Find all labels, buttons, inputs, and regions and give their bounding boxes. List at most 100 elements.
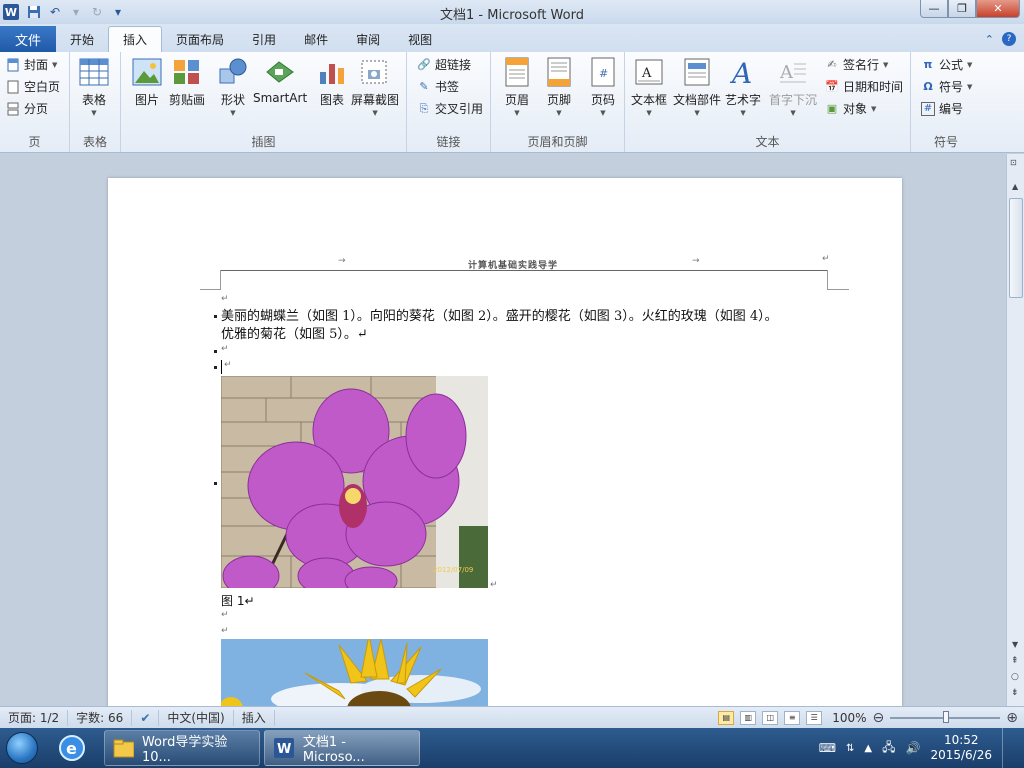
wordart-label: 艺术字 [725, 93, 762, 107]
chart-button[interactable]: 图表 [316, 56, 348, 108]
tab-file[interactable]: 文件 [0, 26, 56, 52]
number-button[interactable]: # 编号 [921, 100, 963, 117]
screenshot-button[interactable]: 屏幕截图 ▼ [351, 56, 399, 117]
group-tables-label: 表格 [82, 135, 107, 149]
draft-view-icon[interactable]: ☰ [806, 710, 823, 725]
ribbon-insert: 封面 ▼ 空白页 分页 页 表格 ▼ 表格 图片 剪贴画 形状 ▼ SmartA… [0, 52, 1024, 153]
sunflower-photo[interactable] [221, 639, 488, 706]
zoom-slider-thumb[interactable] [943, 710, 950, 723]
proofing-icon[interactable]: ✔ [132, 709, 160, 726]
close-button[interactable]: ✕ [976, 0, 1020, 18]
clipart-button[interactable]: 剪贴画 [169, 56, 205, 108]
smartart-button[interactable]: SmartArt [253, 56, 307, 105]
zoom-out-icon[interactable]: ⊖ [873, 710, 885, 726]
equation-label: 公式 [939, 58, 964, 72]
group-symbols: π 公式 ▼ Ω 符号 ▼ # 编号 符号 [911, 52, 981, 152]
ruler-toggle-icon[interactable]: ⊡ [1010, 158, 1017, 167]
zoom-slider[interactable] [890, 710, 1001, 723]
cover-page-button[interactable]: 封面 ▼ [6, 56, 57, 73]
undo-icon[interactable]: ↶ [46, 3, 64, 21]
document-page[interactable]: → 计算机基础实践导学 → ↵ ↵ 美丽的蝴蝶兰（如图 1）。向阳的葵花（如图 … [108, 178, 902, 706]
zoom-in-icon[interactable]: ⊕ [1006, 710, 1018, 726]
tab-review[interactable]: 审阅 [342, 26, 394, 52]
body-paragraph-line2[interactable]: 优雅的菊花（如图 5）。↵ [221, 326, 368, 344]
signature-line-button[interactable]: ✍ 签名行 ▼ [825, 56, 888, 73]
print-layout-view-icon[interactable]: ▤ [718, 710, 735, 725]
tab-mailings[interactable]: 邮件 [290, 26, 342, 52]
symbol-button[interactable]: Ω 符号 ▼ [921, 78, 972, 95]
previous-page-icon[interactable]: ⇞ [1011, 656, 1019, 666]
zoom-level[interactable]: 100% [832, 711, 866, 725]
tab-view[interactable]: 视图 [394, 26, 446, 52]
tab-insert[interactable]: 插入 [108, 26, 163, 52]
undo-dropdown-icon[interactable]: ▾ [67, 3, 85, 21]
body-paragraph-line1[interactable]: 美丽的蝴蝶兰（如图 1）。向阳的葵花（如图 2）。盛开的樱花（如图 3）。火红的… [221, 308, 778, 326]
vertical-scrollbar[interactable]: ⊡ ▲ ▼ ⇞ ○ ⇟ [1006, 154, 1024, 706]
next-page-icon[interactable]: ⇟ [1011, 688, 1019, 698]
customize-qat-icon[interactable]: ▾ [109, 3, 127, 21]
word-count[interactable]: 字数: 66 [68, 709, 133, 726]
start-button[interactable] [0, 728, 44, 768]
paragraph-mark: ↵ [221, 294, 229, 304]
select-browse-object-icon[interactable]: ○ [1011, 672, 1019, 682]
page-number-button[interactable]: # 页码 ▼ [587, 56, 619, 117]
bookmark-label: 书签 [435, 80, 460, 94]
minimize-ribbon-icon[interactable]: ⌃ [985, 33, 994, 46]
scroll-thumb[interactable] [1009, 198, 1023, 298]
text-cursor [221, 360, 222, 374]
input-method-icon[interactable]: ⇅ [846, 743, 854, 754]
tab-references[interactable]: 引用 [238, 26, 290, 52]
web-layout-view-icon[interactable]: ◫ [762, 710, 779, 725]
equation-button[interactable]: π 公式 ▼ [921, 56, 973, 73]
textbox-button[interactable]: A 文本框 ▼ [631, 56, 667, 117]
save-icon[interactable] [25, 3, 43, 21]
cross-reference-button[interactable]: ⎘ 交叉引用 [417, 100, 483, 117]
tab-home[interactable]: 开始 [56, 26, 108, 52]
show-desktop-button[interactable] [1002, 728, 1016, 768]
footer-button[interactable]: 页脚 ▼ [543, 56, 575, 117]
task-word-window[interactable]: W 文档1 - Microso... [264, 730, 420, 766]
show-hidden-icons-icon[interactable]: ▲ [864, 743, 872, 754]
volume-icon[interactable]: 🔊 [906, 741, 921, 755]
table-icon [78, 56, 110, 88]
object-button[interactable]: ▣ 对象 ▼ [825, 100, 877, 117]
document-area[interactable]: → 计算机基础实践导学 → ↵ ↵ 美丽的蝴蝶兰（如图 1）。向阳的葵花（如图 … [0, 154, 1006, 706]
wordart-button[interactable]: A 艺术字 ▼ [725, 56, 761, 117]
scroll-down-icon[interactable]: ▼ [1012, 640, 1018, 649]
paragraph-bullet [214, 350, 217, 353]
page-break-button[interactable]: 分页 [6, 100, 48, 117]
help-icon[interactable]: ? [1002, 32, 1016, 46]
insert-mode[interactable]: 插入 [234, 709, 275, 726]
bookmark-button[interactable]: ✎ 书签 [417, 78, 459, 95]
full-screen-reading-view-icon[interactable]: ▥ [740, 710, 757, 725]
datetime-button[interactable]: 📅 日期和时间 [825, 78, 903, 95]
hyperlink-button[interactable]: 🔗 超链接 [417, 56, 471, 73]
quick-access-toolbar: ↶ ▾ ↻ ▾ [25, 3, 127, 21]
keyboard-icon[interactable]: ⌨ [819, 741, 836, 755]
scroll-up-icon[interactable]: ▲ [1012, 182, 1018, 191]
header-button[interactable]: 页眉 ▼ [501, 56, 533, 117]
minimize-button[interactable]: — [920, 0, 948, 18]
blank-page-button[interactable]: 空白页 [6, 78, 60, 95]
tab-page-layout[interactable]: 页面布局 [162, 26, 238, 52]
quickparts-button[interactable]: 文档部件 ▼ [673, 56, 721, 117]
picture-button[interactable]: 图片 [131, 56, 163, 108]
redo-icon[interactable]: ↻ [88, 3, 106, 21]
clock[interactable]: 10:52 2015/6/26 [930, 733, 992, 763]
page-count[interactable]: 页面: 1/2 [0, 709, 69, 726]
network-icon[interactable]: 🖧 [882, 738, 895, 759]
figure-caption-1[interactable]: 图 1↵ [221, 592, 255, 609]
word-app-icon[interactable]: W [3, 4, 19, 20]
dropcap-button[interactable]: A 首字下沉 ▼ [769, 56, 817, 117]
shapes-button[interactable]: 形状 ▼ [217, 56, 249, 117]
outline-view-icon[interactable]: ≡ [784, 710, 801, 725]
ie-browser-icon[interactable]: e [44, 729, 100, 767]
restore-button[interactable]: ❐ [948, 0, 976, 18]
number-icon: # [921, 101, 935, 116]
task-folder-window[interactable]: Word导学实验10... [104, 730, 260, 766]
group-text-label: 文本 [755, 135, 780, 149]
language-indicator[interactable]: 中文(中国) [159, 709, 234, 726]
windows-logo-icon [6, 732, 38, 764]
orchid-photo[interactable]: 2012/07/09 [221, 376, 488, 588]
table-button[interactable]: 表格 ▼ [78, 56, 110, 117]
